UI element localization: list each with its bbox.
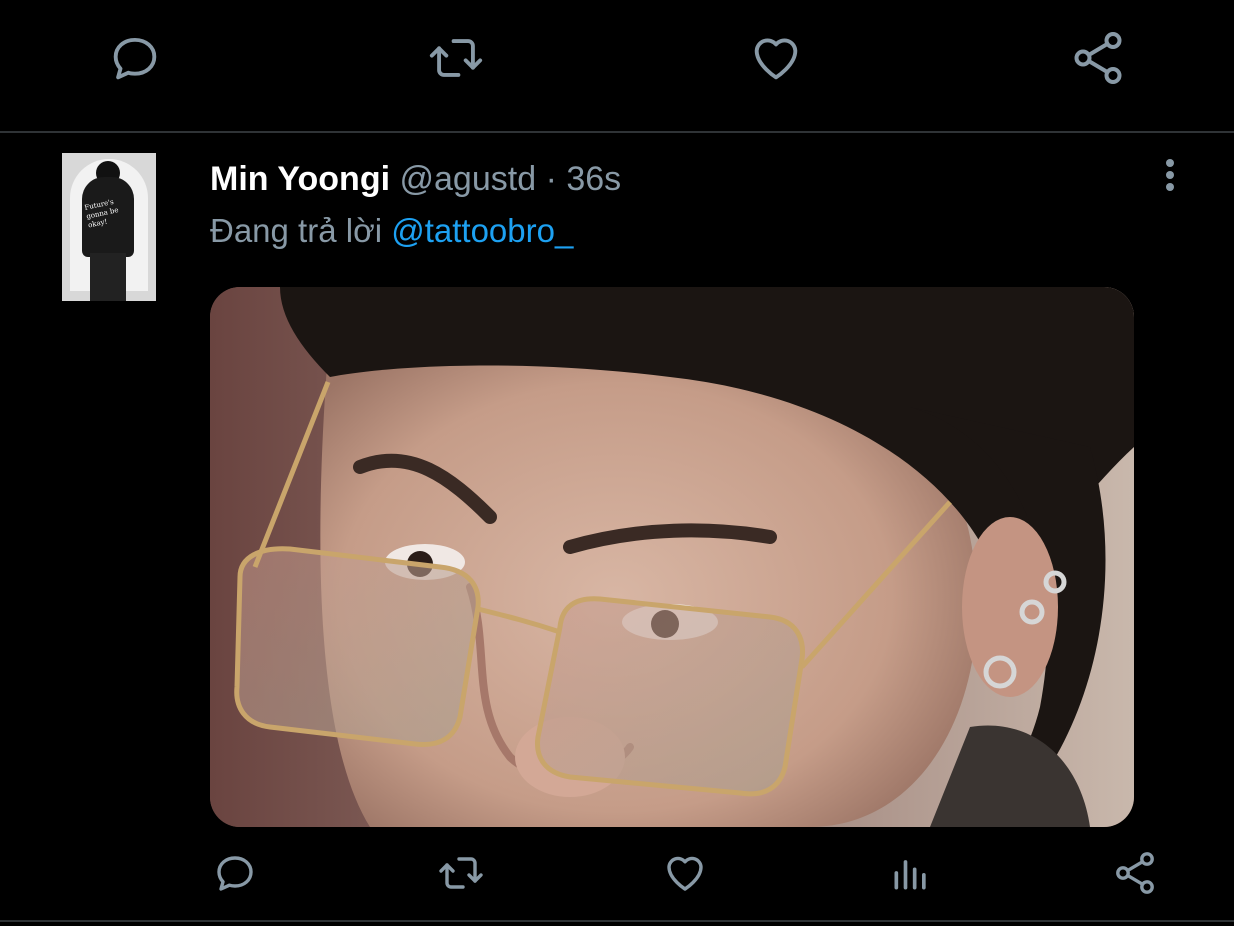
retweet-button[interactable] (426, 30, 486, 90)
share-button[interactable] (1108, 845, 1162, 905)
heart-icon (660, 849, 710, 902)
reply-bubble-icon (211, 849, 259, 902)
retweet-icon (435, 849, 487, 902)
retweet-button[interactable] (434, 845, 488, 905)
reply-button[interactable] (105, 30, 165, 90)
reply-bubble-icon (106, 29, 164, 92)
replying-to-label: Đang trả lời (210, 212, 383, 249)
replying-to-line: Đang trả lời @tattoobro_ (210, 211, 573, 251)
header-separator: · (545, 160, 557, 198)
tweet-timestamp[interactable]: 36s (566, 160, 621, 198)
tweet-more-button[interactable] (1152, 157, 1188, 197)
avatar[interactable]: Future's gonna be okay! (62, 153, 156, 301)
twitter-timeline-screen: Future's gonna be okay! Min Yoongi @agus… (0, 0, 1234, 926)
replying-to-mention[interactable]: @tattoobro_ (391, 212, 573, 249)
reply-button[interactable] (208, 845, 262, 905)
tweet-header: Min Yoongi @agustd · 36s (210, 159, 621, 199)
author-handle[interactable]: @agustd (400, 160, 537, 198)
vertical-ellipsis-icon (1164, 157, 1176, 198)
tweet[interactable]: Future's gonna be okay! Min Yoongi @agus… (0, 133, 1234, 926)
like-button[interactable] (746, 30, 806, 90)
analytics-icon (889, 851, 933, 900)
analytics-button[interactable] (884, 845, 938, 905)
author-name[interactable]: Min Yoongi (210, 160, 390, 198)
previous-tweet-actions (0, 0, 1234, 132)
bottom-divider (0, 920, 1234, 922)
share-icon (1068, 28, 1128, 93)
share-button[interactable] (1068, 30, 1128, 90)
tweet-actions (0, 845, 1234, 905)
heart-icon (746, 29, 806, 92)
avatar-figure-legs (90, 253, 126, 301)
tweet-media-image[interactable] (210, 287, 1134, 827)
like-button[interactable] (658, 845, 712, 905)
tweet-photo (210, 287, 1134, 827)
retweet-icon (425, 29, 487, 92)
share-icon (1111, 849, 1159, 902)
